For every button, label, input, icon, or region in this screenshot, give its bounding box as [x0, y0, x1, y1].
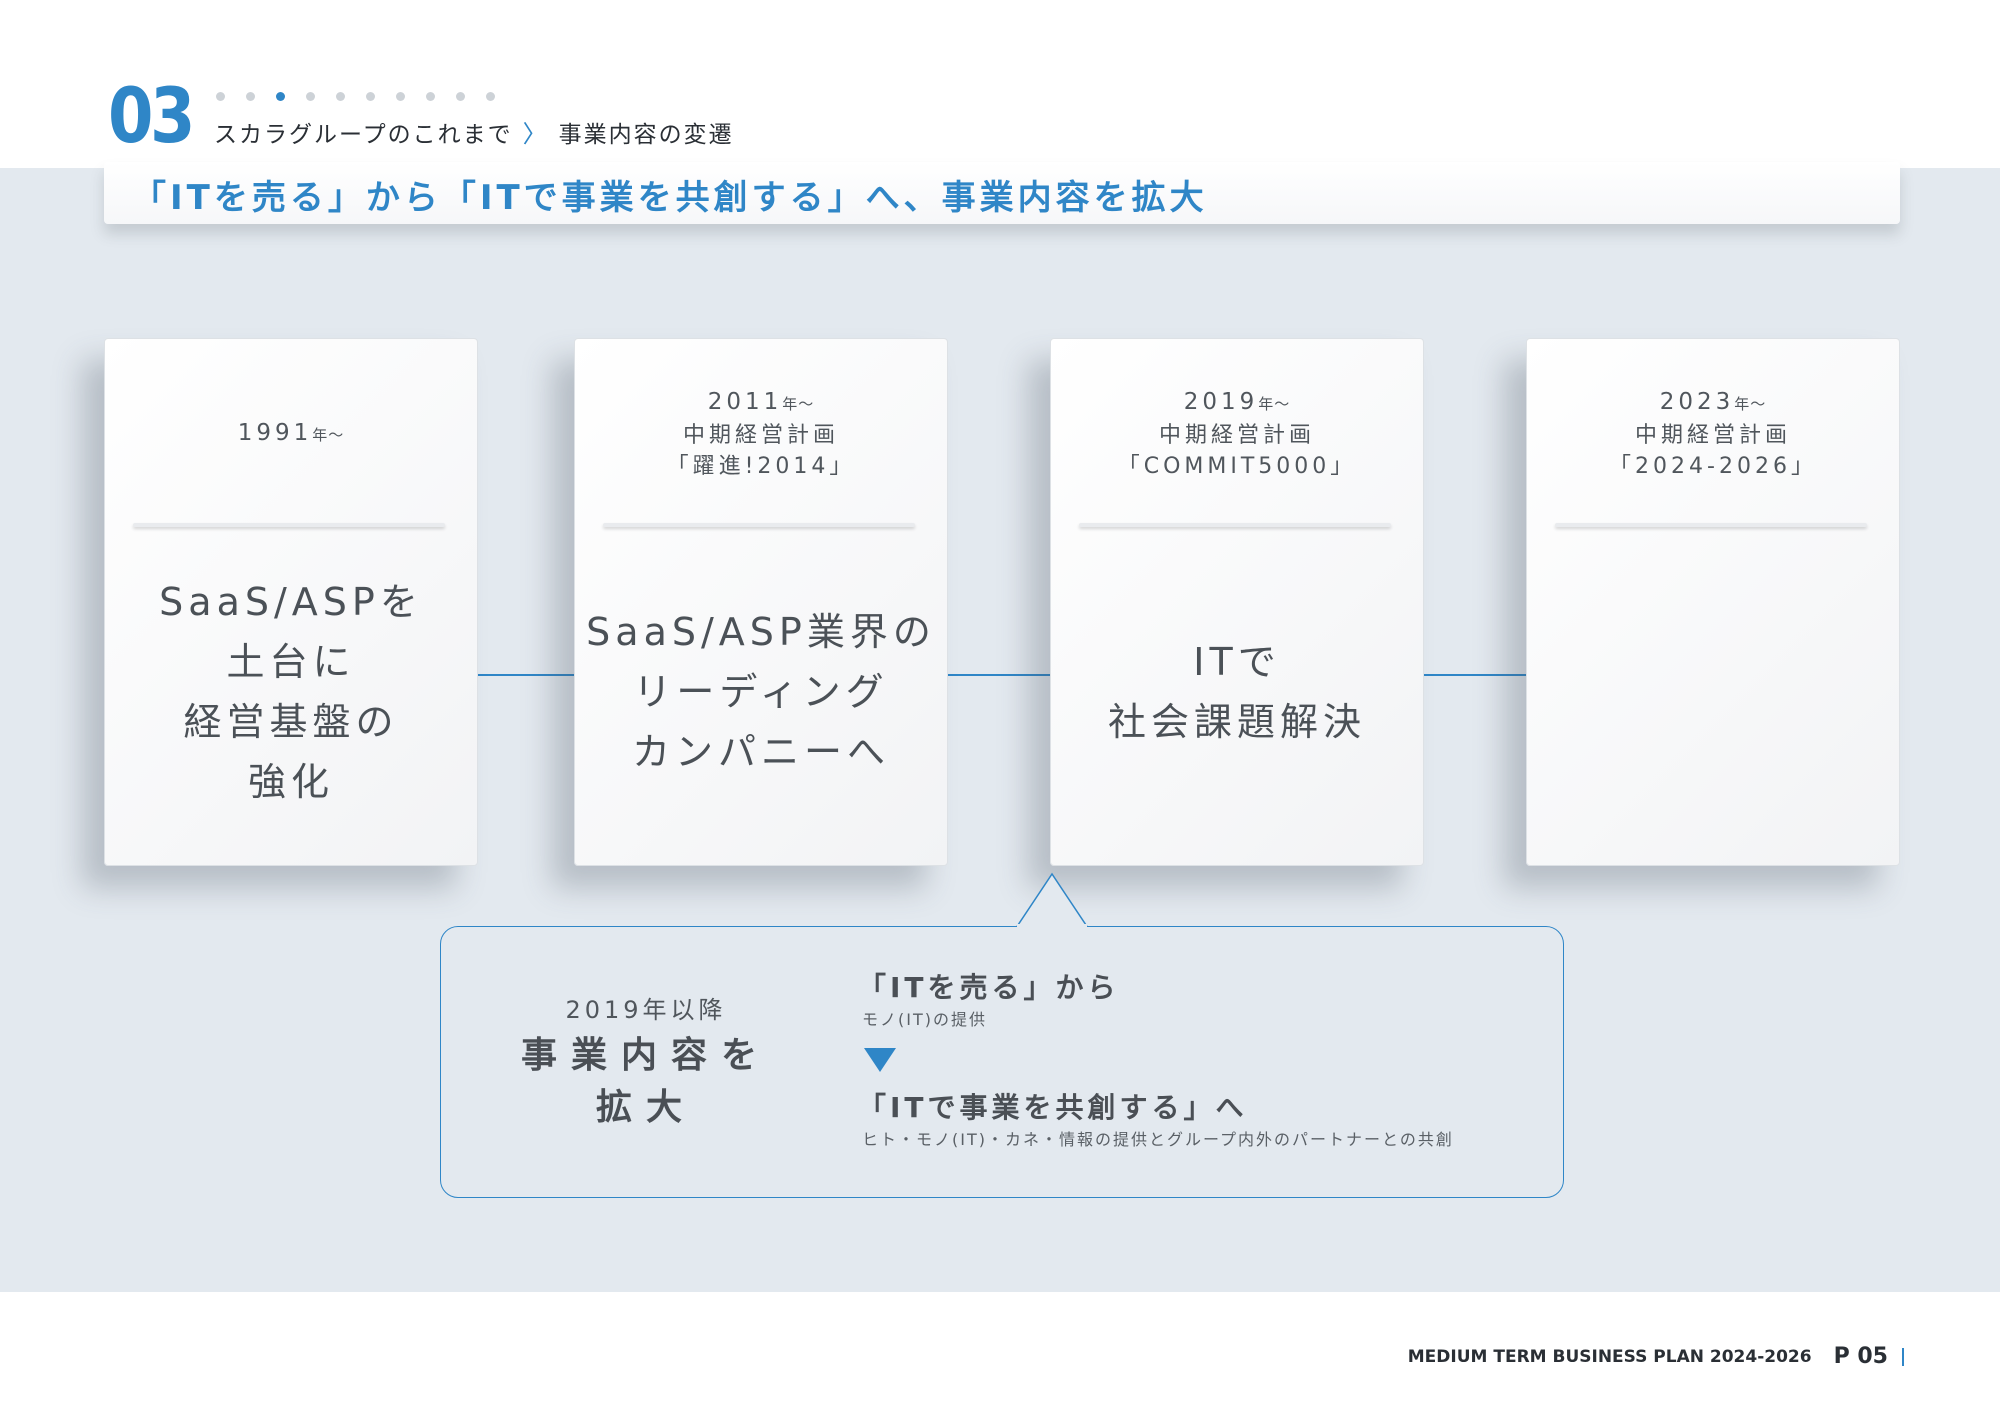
- card-line: リーディング: [633, 670, 889, 714]
- card-line: ITで: [1193, 640, 1281, 684]
- progress-dot[interactable]: [216, 92, 225, 101]
- progress-dot[interactable]: [366, 92, 375, 101]
- progress-dot[interactable]: [246, 92, 255, 101]
- card-year: 2023年〜: [1659, 388, 1767, 415]
- timeline-card: 2019年〜 中期経営計画「COMMIT5000」 ITで社会課題解決: [1050, 338, 1424, 866]
- page-number: P 05: [1833, 1344, 1888, 1369]
- section-progress-dots: [216, 92, 495, 101]
- card-year: 1991年〜: [237, 419, 345, 446]
- document-title: MEDIUM TERM BUSINESS PLAN 2024-2026: [1407, 1346, 1812, 1367]
- timeline-card: 1991年〜 SaaS/ASPを 土台に経営基盤の強化: [104, 338, 478, 866]
- card-divider: [1555, 523, 1867, 527]
- card-plan: 中期経営計画: [682, 422, 839, 448]
- callout-from-sub: モノ(IT)の提供: [862, 1010, 987, 1029]
- breadcrumb-parent[interactable]: スカラグループのこれまで: [214, 115, 513, 149]
- page-title: 「ITを売る」から「ITで事業を共創する」へ、事業内容を拡大: [132, 178, 1208, 218]
- callout-title-line: 拡大: [595, 1087, 696, 1128]
- callout-to-sub: ヒト・モノ(IT)・カネ・情報の提供とグループ内外のパートナーとの共創: [862, 1130, 1454, 1149]
- progress-dot[interactable]: [306, 92, 315, 101]
- timeline-card: 2011年〜 中期経営計画 「躍進!2014」 SaaS/ASP業界の リーディング カン…: [574, 338, 948, 866]
- callout-pointer-mask: [1017, 924, 1087, 930]
- progress-dot[interactable]: [456, 92, 465, 101]
- progress-dot[interactable]: [276, 92, 285, 101]
- card-plan: 中期経営計画: [1158, 422, 1315, 448]
- callout-title: 事業内容を 拡大: [508, 1030, 784, 1134]
- progress-dot[interactable]: [396, 92, 405, 101]
- callout-title-line: 事業内容を: [520, 1035, 771, 1076]
- card-line: 土台に: [226, 640, 356, 684]
- card-header: 1991年〜: [105, 379, 477, 489]
- card-line: 経営基盤の: [183, 700, 399, 744]
- callout-pointer: [1016, 872, 1088, 928]
- card-header: 2023年〜 中期経営計画 「2024-2026」: [1527, 379, 1899, 489]
- progress-dot[interactable]: [336, 92, 345, 101]
- card-description: SaaS/ASPを 土台に経営基盤の強化: [105, 537, 477, 847]
- section-number: 03: [108, 71, 196, 160]
- card-header: 2011年〜 中期経営計画 「躍進!2014」: [575, 379, 947, 489]
- page-marker: [1902, 1347, 1904, 1366]
- progress-dot[interactable]: [426, 92, 435, 101]
- callout-year: 2019年以降: [565, 996, 727, 1024]
- chevron-right-icon: 〉: [522, 120, 549, 148]
- timeline-card: 2023年〜 中期経営計画 「2024-2026」: [1526, 338, 1900, 866]
- card-line: 社会課題解決: [1107, 700, 1366, 744]
- card-line: SaaS/ASP業界の: [586, 610, 936, 654]
- card-description: [1527, 537, 1899, 847]
- card-description: ITで社会課題解決: [1051, 537, 1423, 847]
- progress-dot[interactable]: [486, 92, 495, 101]
- card-line: SaaS/ASPを: [159, 580, 423, 624]
- headline-bar: 「ITを売る」から「ITで事業を共創する」へ、事業内容を拡大: [104, 162, 1900, 224]
- footer: MEDIUM TERM BUSINESS PLAN 2024-2026 P 05: [1408, 1344, 1904, 1369]
- callout-from-label: 「ITを売る」から: [858, 971, 1120, 1004]
- triangle-down-icon: [864, 1048, 896, 1072]
- card-header: 2019年〜 中期経営計画「COMMIT5000」: [1051, 379, 1423, 489]
- breadcrumb-current: 事業内容の変遷: [558, 121, 734, 148]
- card-plan-name: 「COMMIT5000」: [1117, 453, 1357, 479]
- card-divider: [1079, 523, 1391, 527]
- card-divider: [133, 523, 445, 527]
- card-plan: 中期経営計画: [1634, 422, 1791, 448]
- card-divider: [603, 523, 915, 527]
- card-description: SaaS/ASP業界の リーディング カンパニーへ: [575, 537, 947, 847]
- card-plan-name: 「躍進!2014」: [666, 453, 856, 479]
- card-line: カンパニーへ: [631, 730, 890, 774]
- card-line: 強化: [247, 760, 334, 804]
- card-year: 2019年〜: [1183, 388, 1291, 415]
- breadcrumb: スカラグループのこれまで 〉 事業内容の変遷: [214, 114, 734, 149]
- card-plan-name: 「2024-2026」: [1609, 453, 1817, 479]
- callout-to-label: 「ITで事業を共創する」へ: [858, 1091, 1248, 1124]
- card-year: 2011年〜: [707, 388, 815, 415]
